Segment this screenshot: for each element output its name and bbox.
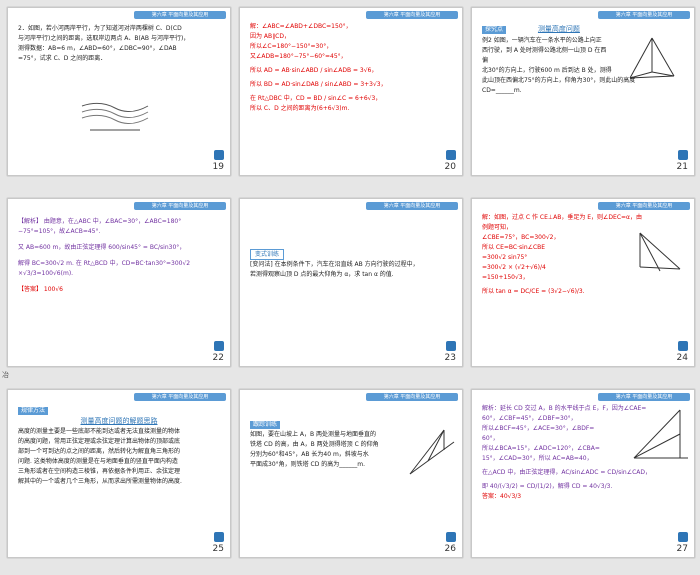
text-line: 又∠ADB=180°−75°−60°=45°， [250,53,347,60]
nav-icon[interactable] [678,150,688,160]
text-line: 答案：40√3/3 [482,493,522,500]
text-line: 若测得观察山顶 D 点的最大仰角为 α，求 tan α 的值. [250,271,394,278]
slide-thumbnail-25[interactable]: 第六章 平面向量及其应用 规律方法 测量高度问题的解题思路 高度的测量主要是一些… [7,389,231,558]
slide-text: 变式训练 [变问法] 在本例条件下，汽车在沿直线 AB 方向行驶的过程中， 若测… [250,249,452,280]
slide-header: 第六章 平面向量及其应用 [134,202,226,210]
text-line: [变问法] 在本例条件下，汽车在沿直线 AB 方向行驶的过程中， [250,261,419,268]
text-line: 铁塔 CD 的高，由 A，B 两处测得塔顶 C 的仰角 [250,441,379,448]
nav-icon[interactable] [214,150,224,160]
slide-text: 2．如图，若小河两岸平行，为了知道河对岸两棵树 C、D(CD 与河岸平行)之间的… [18,24,220,64]
nav-icon[interactable] [214,341,224,351]
slide-text: 【解析】 由题意，在△ABC 中，∠BAC=30°，∠ABC=180° −75°… [18,217,220,295]
text-line: 三角形或者在空间构造三棱锥，再依据条件利用正、余弦定理 [18,468,181,475]
slide-text: 解：∠ABC=∠ABD+∠DBC=150°， 因为 AB∥CD， 所以∠C=18… [250,22,452,114]
text-line: 与河岸平行)之间的距离，选取岸边两点 A、B(AB 与河岸平行)， [18,35,190,42]
slide-header: 第六章 平面向量及其应用 [598,11,690,19]
slide-header: 第六章 平面向量及其应用 [134,11,226,19]
text-line: =150+150√3， [482,274,529,281]
text-line: CD=______m. [482,87,522,94]
text-line: 解得 BC=300√2 m. 在 Rt△BCD 中，CD=BC·tan30°=3… [18,260,191,267]
text-line: −75°=105°，故∠ACB=45°. [18,228,101,235]
method-title: 测量高度问题的解题思路 [80,417,158,425]
text-line: 所以 tan α = DC/CE = (3√2−√6)/3. [482,288,585,295]
text-line: 2．如图，若小河两岸平行，为了知道河对岸两棵树 C、D(CD [18,25,182,32]
nav-icon[interactable] [446,532,456,542]
text-line: 所以∠C=180°−150°=30°， [250,43,333,50]
mountain-diagram [629,37,675,79]
text-line: =75°，试求 C、D 之间的距离． [18,55,107,62]
text-line: 高度的测量主要是一些底部不能到达或者无法直接测量的物体 [18,428,181,435]
text-line: 因为 AB∥CD， [250,33,290,40]
text-line: 【解析】 由题意，在△ABC 中，∠BAC=30°，∠ABC=180° [18,218,182,225]
practice-tag: 跟踪训练 [250,421,281,429]
nav-icon[interactable] [678,532,688,542]
nav-icon[interactable] [214,532,224,542]
section-title: 测量高度问题 [537,25,580,33]
nav-icon[interactable] [446,341,456,351]
slide-header: 第六章 平面向量及其应用 [366,11,458,19]
text-line: 在△ACD 中，由正弦定理得，AC/sin∠ADC = CD/sin∠CAD， [482,469,651,476]
slide-text: 规律方法 测量高度问题的解题思路 高度的测量主要是一些底部不能到达或者无法直接测… [18,406,220,487]
text-line: 又 AB=600 m，故由正弦定理得 600/sin45° = BC/sin30… [18,244,186,251]
slide-thumbnail-26[interactable]: 第六章 平面向量及其应用 跟踪训练 如图，要在山坡上 A，B 两处测量与地面垂直… [239,389,463,558]
slide-thumbnail-19[interactable]: 第六章 平面向量及其应用 2．如图，若小河两岸平行，为了知道河对岸两棵树 C、D… [7,7,231,176]
text-line: 问题. 这类物体高度的测量是在与地面垂直的竖直平面内构造 [18,458,178,465]
text-line: 所以 BD = AD·sin∠DAB / sin∠ABD = 3+3√3， [250,81,387,88]
nav-icon[interactable] [446,150,456,160]
slide-number: 25 [212,544,224,554]
text-line: 测得数据：AB=6 m，∠ABD=60°，∠DBC=90°，∠DAB [18,45,177,52]
status-label: 冶 [2,371,9,379]
slide-thumbnail-21[interactable]: 第六章 平面向量及其应用 探究点 测量高度问题 例2 如图，一辆汽车在一条水平的… [471,7,695,176]
slide-header: 第六章 平面向量及其应用 [134,393,226,401]
slide-number: 24 [676,353,688,363]
slide-number: 22 [212,353,224,363]
geometry-diagram [633,409,688,459]
slide-thumbnail-24[interactable]: 第六章 平面向量及其应用 解：如图，过点 C 作 CE⊥AB，垂足为 E，则∠D… [471,198,695,367]
river-diagram [81,102,149,131]
triangle-diagram [639,232,681,272]
slide-thumbnail-22[interactable]: 第六章 平面向量及其应用 【解析】 由题意，在△ABC 中，∠BAC=30°，∠… [7,198,231,367]
text-line: 的高度问题，常用正弦定理或余弦定理计算出物体的顶部或底 [18,438,181,445]
text-line: 所以 C、D 之间的距离为(6+6√3)m. [250,105,350,112]
slide-header: 第六章 平面向量及其应用 [598,393,690,401]
variant-tag: 变式训练 [250,249,285,260]
slide-header: 第六章 平面向量及其应用 [598,202,690,210]
text-line: 解其中的一个或者几个三角形，从而求出所需测量物体的高度. [18,478,182,485]
text-line: 例2 如图，一辆汽车在一条水平的公路上向正 [482,37,602,44]
text-line: 解：如图，过点 C 作 CE⊥AB，垂足为 E，则∠DEC=α，由 [482,214,642,221]
text-line: 【答案】 100√6 [18,286,64,293]
nav-icon[interactable] [678,341,688,351]
text-line: 分别为60°和45°，AB 长为40 m，斜坡与水 [250,451,369,458]
slope-tower-diagram [409,429,455,475]
section-tag: 探究点 [482,26,507,34]
text-line: 即 40/(√3/2) = CD/(1/2)，解得 CD = 40√3/3. [482,483,613,490]
slide-number: 20 [444,162,456,172]
text-line: 解：∠ABC=∠ABD+∠DBC=150°， [250,23,352,30]
slide-number: 26 [444,544,456,554]
slide-number: 19 [212,162,224,172]
slide-number: 21 [676,162,688,172]
text-line: 部到一个可到达的点之间的距离，然后转化为解直角三角形的 [18,448,181,455]
method-tag: 规律方法 [18,407,49,415]
slide-header: 第六章 平面向量及其应用 [366,393,458,401]
text-line: 北30°的方向上，行驶600 m 后到达 B 处，测得 [482,67,612,74]
text-line: ×√3/3=100√6(m). [18,270,74,277]
slide-header: 第六章 平面向量及其应用 [366,202,458,210]
slide-number: 23 [444,353,456,363]
slide-thumbnail-27[interactable]: 第六章 平面向量及其应用 解析：延长 CD 交过 A，B 的水平线于点 E，F，… [471,389,695,558]
slide-thumbnail-20[interactable]: 第六章 平面向量及其应用 解：∠ABC=∠ABD+∠DBC=150°， 因为 A… [239,7,463,176]
text-line: 如图，要在山坡上 A，B 两处测量与地面垂直的 [250,431,377,438]
text-line: 所以 AD = AB·sin∠ABD / sin∠ADB = 3√6， [250,67,378,74]
text-line: 西行驶，到 A 处时测得公路北侧一山顶 D 在西偏 [482,47,607,64]
text-line: 在 Rt△DBC 中，CD = BD / sin∠C = 6+6√3， [250,95,382,102]
slide-number: 27 [676,544,688,554]
slide-thumbnail-23[interactable]: 第六章 平面向量及其应用 变式训练 [变问法] 在本例条件下，汽车在沿直线 AB… [239,198,463,367]
